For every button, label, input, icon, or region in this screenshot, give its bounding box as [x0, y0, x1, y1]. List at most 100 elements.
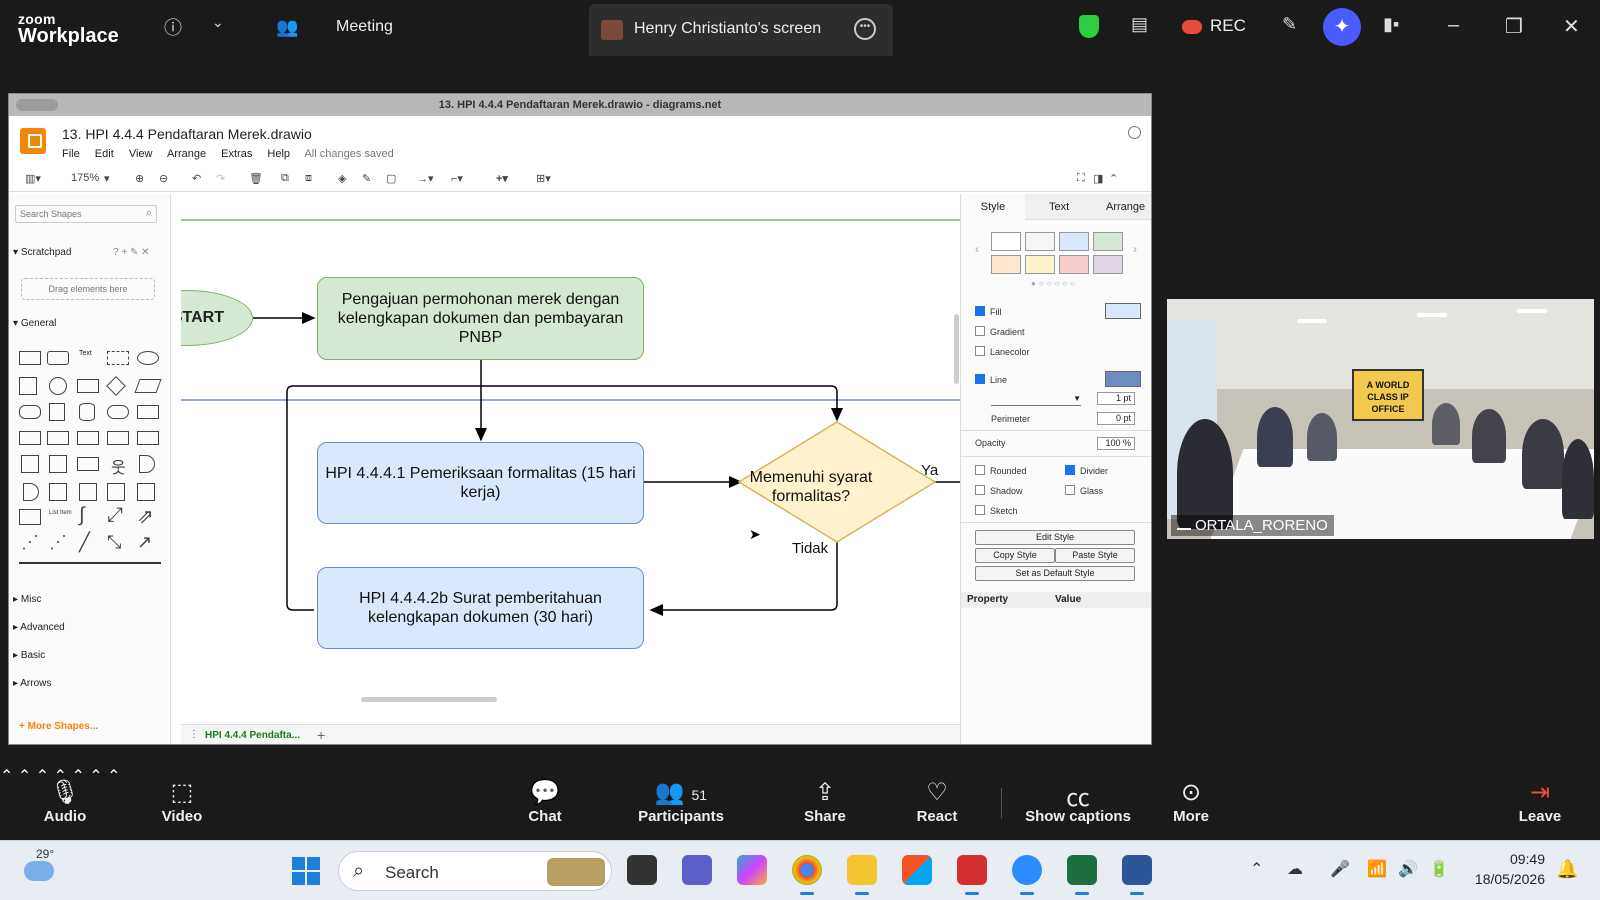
- shape-dashed-line[interactable]: ⋰: [21, 532, 39, 553]
- shape-process[interactable]: [77, 379, 99, 393]
- zoom-app-icon[interactable]: [1012, 855, 1042, 895]
- show-captions-button[interactable]: ㏄ Show captions: [1020, 778, 1136, 825]
- chat-button[interactable]: 💬 Chat: [520, 778, 570, 825]
- line-row[interactable]: Line: [975, 374, 1007, 385]
- menu-extras[interactable]: Extras: [221, 148, 252, 160]
- shape-data-storage[interactable]: [49, 483, 67, 501]
- shape-container[interactable]: [79, 483, 97, 501]
- swatch-pager[interactable]: ●○○○○○: [1031, 279, 1078, 288]
- audio-button[interactable]: 🎙 Audio: [40, 778, 90, 825]
- shape-list-item[interactable]: List Item: [49, 510, 72, 516]
- shape-cloud[interactable]: [107, 405, 129, 419]
- gradient-checkbox[interactable]: [975, 326, 985, 336]
- shape-internal-storage[interactable]: [19, 431, 41, 445]
- chrome-icon[interactable]: [792, 855, 822, 895]
- shape-dotted-line[interactable]: ⋰: [49, 532, 67, 553]
- close-icon[interactable]: ✕: [1563, 14, 1580, 39]
- set-default-style-button[interactable]: Set as Default Style: [975, 566, 1135, 581]
- swatch-next-icon[interactable]: ›: [1133, 242, 1137, 256]
- page-tab[interactable]: HPI 4.4.4 Pendafta...: [205, 730, 300, 741]
- menu-view[interactable]: View: [129, 148, 153, 160]
- misc-section[interactable]: ▸ Misc: [13, 594, 41, 605]
- line-width-input[interactable]: 1 pt: [1097, 392, 1135, 405]
- line-checkbox[interactable]: [975, 374, 985, 384]
- shape-curve[interactable]: ∫: [79, 504, 84, 527]
- step2-node[interactable]: HPI 4.4.4.1 Pemeriksaan formalitas (15 h…: [317, 442, 644, 524]
- tab-text[interactable]: Text: [1049, 201, 1069, 213]
- shape-actor[interactable]: 웃: [111, 454, 126, 478]
- shape-step[interactable]: [77, 431, 99, 445]
- style-swatch-5[interactable]: [991, 255, 1021, 274]
- shape-card[interactable]: [49, 455, 67, 473]
- general-section[interactable]: ▾ General: [13, 318, 56, 329]
- shape-text[interactable]: Text: [79, 350, 92, 357]
- step1-node[interactable]: Pengajuan permohonan merek dengan keleng…: [317, 277, 644, 360]
- participants-button[interactable]: 👥 51 Participants: [636, 778, 726, 825]
- menu-arrange[interactable]: Arrange: [167, 148, 206, 160]
- more-options-icon[interactable]: •••: [854, 18, 876, 40]
- more-shapes-button[interactable]: + More Shapes...: [19, 721, 98, 732]
- participant-video[interactable]: A WORLD CLASS IP OFFICE: [1167, 299, 1594, 539]
- shape-trapezoid[interactable]: [107, 431, 129, 445]
- zoom-out-icon[interactable]: ⊖: [159, 172, 168, 185]
- pages-menu-icon[interactable]: ⋮: [189, 729, 199, 740]
- lanecolor-checkbox[interactable]: [975, 346, 985, 356]
- style-swatch-1[interactable]: [991, 232, 1021, 251]
- share-button[interactable]: ⇪ Share: [801, 778, 849, 825]
- shape-cylinder[interactable]: [79, 403, 95, 421]
- acrobat-icon[interactable]: [957, 855, 987, 895]
- rec-label[interactable]: REC: [1210, 16, 1246, 36]
- style-swatch-3[interactable]: [1059, 232, 1089, 251]
- insert-icon[interactable]: +▾: [496, 172, 508, 185]
- shape-or[interactable]: [139, 455, 155, 473]
- edit-style-button[interactable]: Edit Style: [975, 530, 1135, 545]
- style-swatch-2[interactable]: [1025, 232, 1055, 251]
- tray-overflow-icon[interactable]: ⌃: [1250, 859, 1263, 879]
- horizontal-scrollbar[interactable]: [361, 697, 497, 702]
- paste-style-button[interactable]: Paste Style: [1055, 548, 1135, 563]
- task-view-icon[interactable]: [627, 855, 657, 885]
- style-swatch-4[interactable]: [1093, 232, 1123, 251]
- glass-checkbox[interactable]: [1065, 485, 1075, 495]
- menu-help[interactable]: Help: [267, 148, 290, 160]
- shape-swimlane[interactable]: [107, 483, 125, 501]
- delete-icon[interactable]: 🗑: [249, 172, 263, 185]
- scratchpad-dropzone[interactable]: Drag elements here: [21, 278, 155, 300]
- video-options-icon[interactable]: ⌃: [18, 768, 31, 785]
- shape-ellipse[interactable]: [137, 351, 159, 365]
- redo-icon[interactable]: ↷: [216, 172, 225, 185]
- swatch-prev-icon[interactable]: ‹: [975, 242, 979, 256]
- basic-section[interactable]: ▸ Basic: [13, 650, 45, 661]
- restore-icon[interactable]: ❐: [1505, 14, 1523, 39]
- chevron-down-icon[interactable]: ⌄: [212, 14, 224, 31]
- shape-diamond[interactable]: [106, 376, 126, 396]
- rounded-checkbox[interactable]: [975, 465, 985, 475]
- shape-textbox[interactable]: [107, 351, 129, 365]
- diagram-canvas[interactable]: START Pengajuan permohonan merek dengan …: [181, 194, 960, 724]
- shape-rounded-rectangle[interactable]: [47, 351, 69, 365]
- more-button[interactable]: ⊙ More: [1168, 778, 1214, 825]
- view-icon[interactable]: ▮▪: [1383, 14, 1399, 35]
- teams-icon[interactable]: [682, 855, 712, 885]
- lanecolor-row[interactable]: Lanecolor: [975, 346, 1030, 357]
- shape-directional-connector[interactable]: ↗: [137, 532, 152, 553]
- start-button[interactable]: [292, 857, 320, 885]
- line-style-select[interactable]: ▼: [991, 394, 1081, 406]
- shape-list[interactable]: [19, 509, 41, 525]
- copilot-icon[interactable]: [737, 855, 767, 885]
- line-color-box[interactable]: [1105, 371, 1141, 387]
- video-button[interactable]: ⬚ Video: [154, 778, 210, 825]
- line-color-icon[interactable]: ✎: [362, 172, 371, 185]
- add-page-icon[interactable]: +: [317, 727, 325, 743]
- store-icon[interactable]: [902, 855, 932, 885]
- excel-icon[interactable]: [1067, 855, 1097, 895]
- shape-arrow[interactable]: ⇗: [137, 504, 154, 529]
- volume-icon[interactable]: 🔊: [1398, 859, 1418, 879]
- shadow-checkbox[interactable]: [975, 485, 985, 495]
- table-icon[interactable]: ⊞▾: [536, 172, 551, 185]
- divider-row[interactable]: Divider: [1065, 465, 1108, 476]
- step3-node[interactable]: HPI 4.4.4.2b Surat pemberitahuan kelengk…: [317, 567, 644, 649]
- captions-options-icon[interactable]: ⌃: [107, 768, 120, 785]
- waypoints-icon[interactable]: ⌐▾: [451, 172, 463, 185]
- pencil-icon[interactable]: ✎: [1282, 14, 1297, 35]
